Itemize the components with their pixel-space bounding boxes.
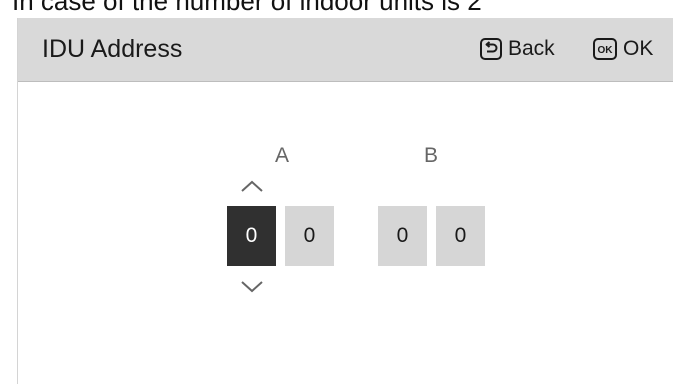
ok-label: OK [623,37,654,60]
group-label-a: A [274,144,289,167]
idu-address-panel: IDU Address Back OK OK A B 0 0 0 0 [17,18,673,384]
ok-button[interactable]: OK OK [593,35,653,63]
digit-b-1[interactable]: 0 [378,206,427,266]
ok-key-icon: OK [593,38,617,60]
ok-icon-text: OK [598,45,614,56]
digit-a-2[interactable]: 0 [285,206,334,266]
back-button[interactable]: Back [480,35,555,63]
return-arrow-icon [480,38,502,60]
back-label: Back [508,37,555,60]
caption-text: In case of the number of indoor units is… [12,0,482,16]
chevron-down-icon[interactable] [240,280,264,294]
chevron-up-icon[interactable] [240,179,264,193]
digit-b-2[interactable]: 0 [436,206,485,266]
header-bar: IDU Address Back OK OK [18,18,673,82]
group-label-b: B [423,144,438,167]
page-title: IDU Address [42,35,183,63]
digit-a-1[interactable]: 0 [227,206,276,266]
